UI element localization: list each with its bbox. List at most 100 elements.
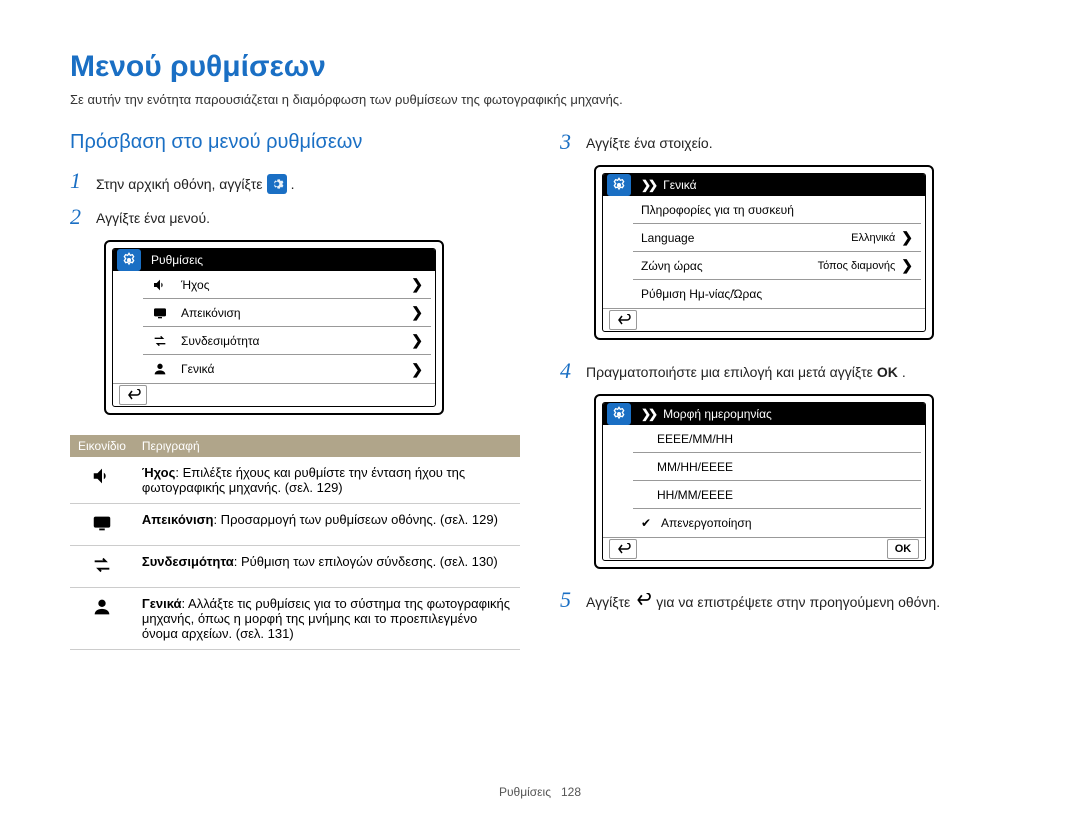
menu-general[interactable]: Γενικά ❯ — [143, 355, 431, 383]
table-row: Γενικά: Αλλάξτε τις ρυθμίσεις για το σύσ… — [70, 588, 520, 650]
chevron-right-icon: ❯ — [411, 304, 423, 321]
device-screen-settings: Ρυθμίσεις Ήχος ❯ Απεικόνιση — [104, 240, 444, 415]
menu-language[interactable]: Language Ελληνικά ❯ — [633, 224, 921, 252]
chevron-right-icon: ❯ — [411, 276, 423, 293]
gear-icon — [117, 249, 141, 271]
ok-label: OK — [877, 364, 898, 380]
option-date-3[interactable]: ΗΗ/ΜΜ/ΕΕΕΕ — [633, 481, 921, 509]
row-text: : Επιλέξτε ήχους και ρυθμίστε την ένταση… — [142, 465, 465, 495]
option-off[interactable]: ✔ Απενεργοποίηση — [633, 509, 921, 537]
chevron-right-icon: ❯ — [901, 257, 913, 274]
chevron-double-icon: ❯❯ — [641, 178, 655, 192]
step-3: 3 Αγγίξτε ένα στοιχείο. — [560, 131, 1010, 153]
menu-label: Συνδεσιμότητα — [181, 334, 411, 348]
menu-display[interactable]: Απεικόνιση ❯ — [143, 299, 431, 327]
page-title: Μενού ρυθμίσεων — [70, 50, 1010, 84]
menu-label: Language — [641, 231, 845, 245]
gear-icon — [267, 174, 287, 194]
menu-label: Ζώνη ώρας — [641, 259, 812, 273]
step-number: 4 — [560, 360, 578, 382]
person-icon — [91, 596, 113, 618]
step-5-pre: Αγγίξτε — [586, 594, 630, 610]
step-1-text-post: . — [291, 176, 295, 192]
step-number: 1 — [70, 170, 88, 192]
step-5: 5 Αγγίξτε για να επιστρέψετε στην προηγο… — [560, 589, 1010, 611]
person-icon — [151, 361, 169, 377]
page-footer: Ρυθμίσεις 128 — [0, 785, 1080, 799]
chevron-right-icon: ❯ — [411, 332, 423, 349]
option-label: Απενεργοποίηση — [661, 516, 913, 530]
table-row: Ήχος: Επιλέξτε ήχους και ρυθμίστε την έν… — [70, 457, 520, 504]
menu-datetime[interactable]: Ρύθμιση Ημ-νίας/Ώρας — [633, 280, 921, 308]
back-arrow-icon — [634, 593, 652, 610]
back-button[interactable] — [609, 310, 637, 330]
connectivity-icon — [151, 333, 169, 349]
left-column: Πρόσβαση στο μενού ρυθμίσεων 1 Στην αρχι… — [70, 131, 520, 650]
option-label: ΕΕΕΕ/ΜΜ/ΗΗ — [641, 432, 913, 446]
row-bold: Συνδεσιμότητα — [142, 554, 234, 569]
menu-label: Γενικά — [181, 362, 411, 376]
menu-label: Ήχος — [181, 278, 411, 292]
gear-icon — [607, 174, 631, 196]
step-4-post: . — [902, 364, 906, 380]
step-number: 2 — [70, 206, 88, 228]
device-screen-dateformat: ❯❯ Μορφή ημερομηνίας ΕΕΕΕ/ΜΜ/ΗΗ ΜΜ/ΗΗ/ΕΕ… — [594, 394, 934, 569]
row-text: : Αλλάξτε τις ρυθμίσεις για το σύστημα τ… — [142, 596, 510, 641]
table-header-desc: Περιγραφή — [134, 435, 520, 457]
row-bold: Γενικά — [142, 596, 182, 611]
device-screen-general: ❯❯ Γενικά Πληροφορίες για τη συσκευή Lan… — [594, 165, 934, 340]
connectivity-icon — [91, 554, 113, 576]
chevron-right-icon: ❯ — [901, 229, 913, 246]
menu-timezone[interactable]: Ζώνη ώρας Τόπος διαμονής ❯ — [633, 252, 921, 280]
menu-label: Απεικόνιση — [181, 306, 411, 320]
display-icon — [151, 305, 169, 321]
menu-connectivity[interactable]: Συνδεσιμότητα ❯ — [143, 327, 431, 355]
footer-label: Ρυθμίσεις — [499, 785, 551, 799]
option-date-1[interactable]: ΕΕΕΕ/ΜΜ/ΗΗ — [633, 425, 921, 453]
table-row: Απεικόνιση: Προσαρμογή των ρυθμίσεων οθό… — [70, 504, 520, 546]
row-bold: Απεικόνιση — [142, 512, 214, 527]
chevron-right-icon: ❯ — [411, 361, 423, 378]
menu-value: Τόπος διαμονής — [818, 260, 896, 272]
gear-icon — [607, 403, 631, 425]
step-2: 2 Αγγίξτε ένα μενού. — [70, 206, 520, 228]
back-button[interactable] — [119, 385, 147, 405]
speaker-icon — [151, 277, 169, 293]
table-row: Συνδεσιμότητα: Ρύθμιση των επιλογών σύνδ… — [70, 546, 520, 588]
menu-device-info[interactable]: Πληροφορίες για τη συσκευή — [633, 196, 921, 224]
ok-button[interactable]: OK — [887, 539, 919, 559]
menu-label: Πληροφορίες για τη συσκευή — [641, 203, 913, 217]
option-label: ΜΜ/ΗΗ/ΕΕΕΕ — [641, 460, 913, 474]
step-1-text-pre: Στην αρχική οθόνη, αγγίξτε — [96, 176, 263, 192]
icon-description-table: Εικονίδιο Περιγραφή Ήχος: Επιλέξτε ήχους… — [70, 435, 520, 650]
step-number: 3 — [560, 131, 578, 153]
page-subtitle: Σε αυτήν την ενότητα παρουσιάζεται η δια… — [70, 92, 1010, 107]
device-title: Γενικά — [663, 178, 921, 192]
step-number: 5 — [560, 589, 578, 611]
row-text: : Ρύθμιση των επιλογών σύνδεσης. (σελ. 1… — [234, 554, 498, 569]
option-date-2[interactable]: ΜΜ/ΗΗ/ΕΕΕΕ — [633, 453, 921, 481]
right-column: 3 Αγγίξτε ένα στοιχείο. ❯❯ Γενικά Πληροφ… — [560, 131, 1010, 650]
back-button[interactable] — [609, 539, 637, 559]
menu-value: Ελληνικά — [851, 232, 895, 244]
chevron-double-icon: ❯❯ — [641, 407, 655, 421]
row-bold: Ήχος — [142, 465, 176, 480]
display-icon — [91, 512, 113, 534]
option-label: ΗΗ/ΜΜ/ΕΕΕΕ — [641, 488, 913, 502]
table-header-icon: Εικονίδιο — [70, 435, 134, 457]
device-title: Ρυθμίσεις — [151, 253, 431, 267]
step-4-pre: Πραγματοποιήστε μια επιλογή και μετά αγγ… — [586, 364, 873, 380]
menu-sound[interactable]: Ήχος ❯ — [143, 271, 431, 299]
step-2-text: Αγγίξτε ένα μενού. — [96, 206, 210, 226]
section-heading: Πρόσβαση στο μενού ρυθμίσεων — [70, 131, 520, 154]
device-title: Μορφή ημερομηνίας — [663, 407, 921, 421]
check-icon: ✔ — [641, 516, 655, 530]
step-4: 4 Πραγματοποιήστε μια επιλογή και μετά α… — [560, 360, 1010, 382]
footer-page-number: 128 — [561, 785, 581, 799]
step-3-text: Αγγίξτε ένα στοιχείο. — [586, 131, 713, 151]
menu-label: Ρύθμιση Ημ-νίας/Ώρας — [641, 287, 913, 301]
speaker-icon — [91, 465, 113, 487]
step-5-post: για να επιστρέψετε στην προηγούμενη οθόν… — [656, 594, 940, 610]
step-1: 1 Στην αρχική οθόνη, αγγίξτε . — [70, 170, 520, 194]
row-text: : Προσαρμογή των ρυθμίσεων οθόνης. (σελ.… — [213, 512, 497, 527]
